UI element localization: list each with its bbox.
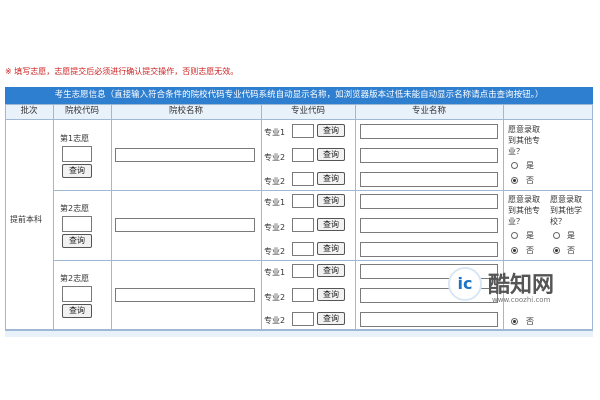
adjust-school-no-radio[interactable]	[553, 247, 560, 254]
major-code-input[interactable]	[292, 218, 314, 232]
major-query-button[interactable]: 查询	[317, 242, 345, 255]
school-name-field[interactable]	[115, 218, 255, 232]
major-query-button[interactable]: 查询	[317, 264, 345, 277]
watermark-title: 酷知网	[488, 272, 555, 298]
adjust-no-label: 否	[526, 176, 534, 185]
major-label: 专业1	[264, 128, 286, 137]
choice-label: 第2志愿	[60, 274, 90, 283]
major-label: 专业2	[264, 247, 286, 256]
adjust-yes-label: 是	[526, 231, 534, 240]
adjust-no-radio[interactable]	[511, 247, 518, 254]
school-query-button[interactable]: 查询	[62, 234, 92, 248]
info-banner: 考生志愿信息（直接输入符合条件的院校代码专业代码系统自动显示名称，如浏览器版本过…	[5, 87, 593, 104]
school-code-input[interactable]	[62, 146, 92, 162]
major-query-button[interactable]: 查询	[317, 148, 345, 161]
major-label: 专业1	[264, 198, 286, 207]
major-code-input[interactable]	[292, 288, 314, 302]
adjust-yes-label: 是	[526, 161, 534, 170]
watermark: ic 酷知网 www.coozhi.com	[448, 265, 580, 313]
adjust-yes-radio[interactable]	[511, 162, 518, 169]
col-divider	[261, 104, 262, 330]
next-header-strip	[5, 330, 593, 337]
major-code-input[interactable]	[292, 264, 314, 278]
adjust-yes-radio[interactable]	[511, 232, 518, 239]
major-label: 专业2	[264, 177, 286, 186]
major-code-input[interactable]	[292, 124, 314, 138]
major-name-field[interactable]	[360, 218, 498, 233]
major-code-input[interactable]	[292, 312, 314, 326]
major-name-field[interactable]	[360, 312, 498, 327]
school-name-field[interactable]	[115, 288, 255, 302]
adjust-no-label: 否	[526, 246, 534, 255]
major-label: 专业2	[264, 293, 286, 302]
adjust-question: 愿意录取到其他专业？	[508, 195, 540, 226]
major-query-button[interactable]: 查询	[317, 124, 345, 137]
school-query-button[interactable]: 查询	[62, 304, 92, 318]
major-query-button[interactable]: 查询	[317, 312, 345, 325]
batch-label: 提前本科	[10, 215, 42, 224]
major-code-input[interactable]	[292, 172, 314, 186]
row-divider	[53, 190, 593, 191]
major-code-input[interactable]	[292, 148, 314, 162]
school-query-button[interactable]: 查询	[62, 164, 92, 178]
adjust-school-yes-radio[interactable]	[553, 232, 560, 239]
major-label: 专业1	[264, 268, 286, 277]
col-divider	[53, 104, 54, 330]
watermark-url: www.coozhi.com	[492, 296, 551, 304]
row-divider	[53, 260, 593, 261]
major-label: 专业2	[264, 223, 286, 232]
adjust-no-radio[interactable]	[511, 318, 518, 325]
adjust-no-radio[interactable]	[511, 177, 518, 184]
major-query-button[interactable]: 查询	[317, 218, 345, 231]
coozhi-logo-icon: ic	[448, 267, 482, 301]
school-code-input[interactable]	[62, 286, 92, 302]
adjust-no-label: 否	[526, 317, 534, 326]
major-code-input[interactable]	[292, 194, 314, 208]
major-query-button[interactable]: 查询	[317, 194, 345, 207]
choice-label: 第2志愿	[60, 204, 90, 213]
col-divider	[355, 104, 356, 330]
school-code-input[interactable]	[62, 216, 92, 232]
notice-text: ※ 填写志愿，志愿提交后必须进行确认提交操作，否则志愿无效。	[5, 67, 239, 76]
adjust-question: 愿意录取到其他专业？	[508, 125, 540, 156]
major-name-field[interactable]	[360, 172, 498, 187]
major-label: 专业2	[264, 153, 286, 162]
adjust-school-question: 愿意录取到其他学校？	[550, 195, 582, 226]
major-name-field[interactable]	[360, 148, 498, 163]
adjust-school-yes-label: 是	[567, 231, 575, 240]
choice-label: 第1志愿	[60, 134, 90, 143]
col-divider	[111, 104, 112, 330]
major-name-field[interactable]	[360, 242, 498, 257]
major-label: 专业2	[264, 316, 286, 325]
adjust-school-no-label: 否	[567, 246, 575, 255]
major-query-button[interactable]: 查询	[317, 288, 345, 301]
major-query-button[interactable]: 查询	[317, 172, 345, 185]
major-name-field[interactable]	[360, 194, 498, 209]
major-name-field[interactable]	[360, 124, 498, 139]
school-name-field[interactable]	[115, 148, 255, 162]
major-code-input[interactable]	[292, 242, 314, 256]
